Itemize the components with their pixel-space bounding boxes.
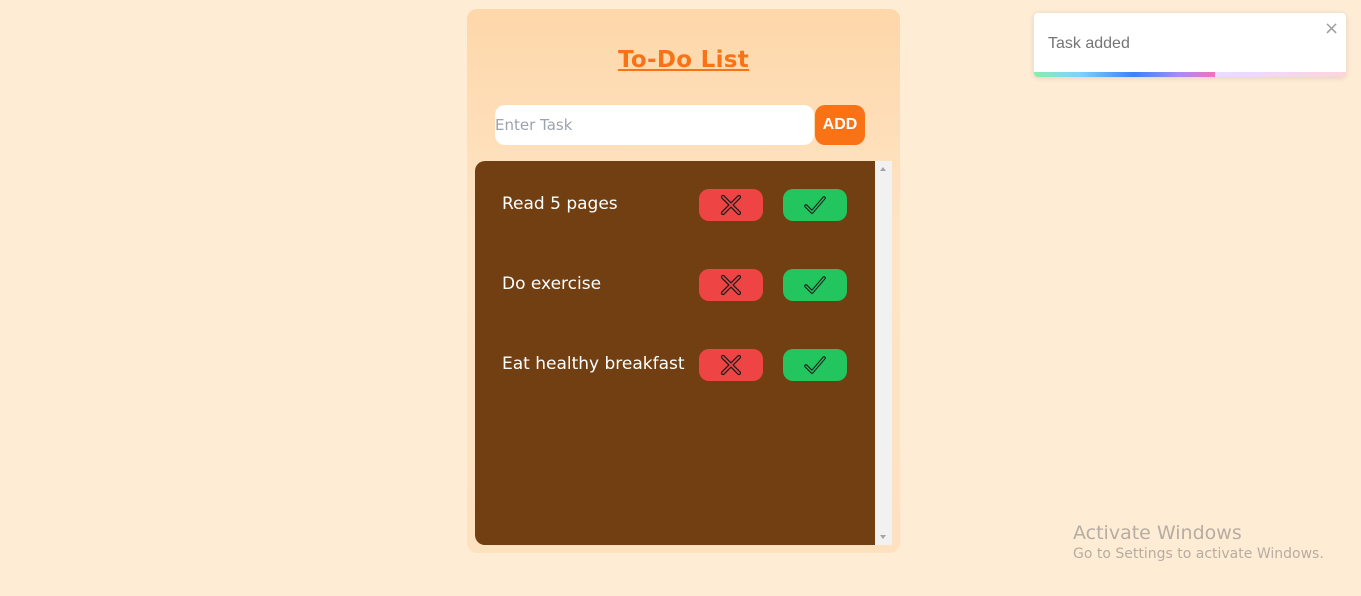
complete-button[interactable]	[783, 349, 847, 381]
task-list: Read 5 pages Do exercise Eat healthy bre…	[475, 161, 875, 545]
windows-activation-watermark: Activate Windows Go to Settings to activ…	[1073, 522, 1324, 562]
delete-button[interactable]	[699, 349, 763, 381]
todo-app: To-Do List ADD Read 5 pages Do exercise	[467, 9, 900, 553]
task-input[interactable]	[495, 105, 814, 145]
watermark-title: Activate Windows	[1073, 522, 1242, 544]
cross-icon	[720, 354, 742, 376]
watermark-subtitle: Go to Settings to activate Windows.	[1073, 546, 1324, 562]
task-item: Do exercise	[475, 269, 875, 303]
complete-button[interactable]	[783, 269, 847, 301]
check-icon	[804, 196, 826, 214]
check-icon	[804, 356, 826, 374]
toast-message: Task added	[1048, 35, 1130, 52]
task-label: Do exercise	[502, 274, 602, 294]
scroll-up-arrow-icon[interactable]	[880, 167, 886, 171]
delete-button[interactable]	[699, 189, 763, 221]
task-label: Eat healthy breakfast	[502, 354, 685, 374]
scroll-down-arrow-icon[interactable]	[880, 535, 886, 539]
toast-notification: Task added ×	[1034, 13, 1346, 77]
delete-button[interactable]	[699, 269, 763, 301]
page-title: To-Do List	[617, 47, 750, 73]
add-button[interactable]: ADD	[815, 105, 865, 145]
cross-icon	[720, 274, 742, 296]
complete-button[interactable]	[783, 189, 847, 221]
cross-icon	[720, 194, 742, 216]
check-icon	[804, 276, 826, 294]
task-label: Read 5 pages	[502, 194, 618, 214]
close-icon[interactable]: ×	[1324, 20, 1339, 38]
task-item: Eat healthy breakfast	[475, 349, 875, 383]
task-list-scrollbar[interactable]	[875, 161, 892, 545]
task-item: Read 5 pages	[475, 189, 875, 223]
toast-progress-bar	[1034, 72, 1215, 77]
